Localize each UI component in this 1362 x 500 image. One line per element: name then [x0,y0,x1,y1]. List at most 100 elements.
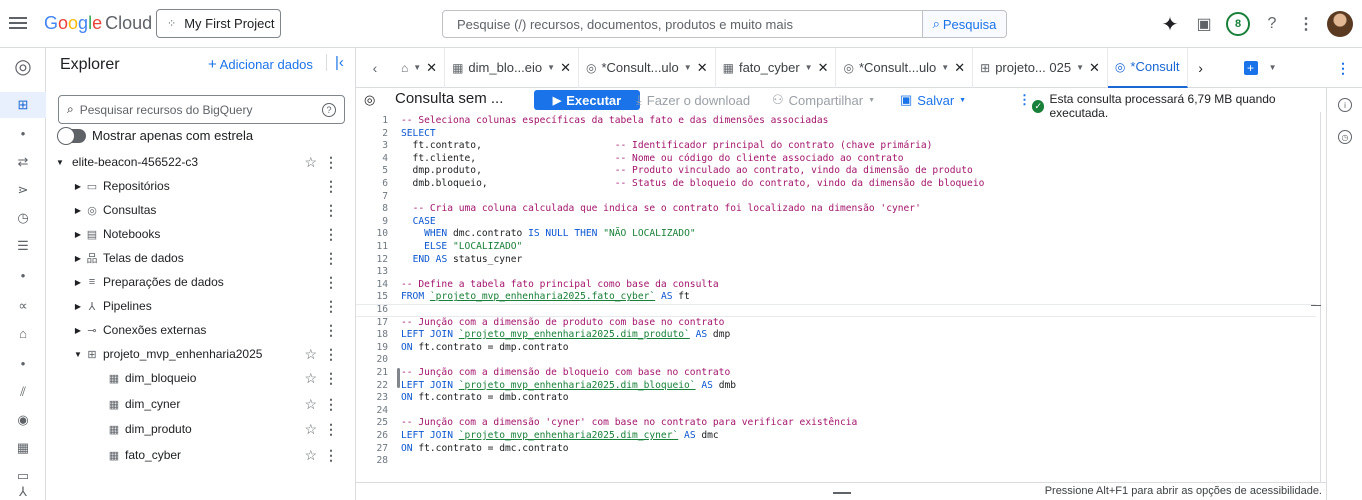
code-text[interactable]: -- Seleciona colunas específicas da tabe… [401,115,828,128]
bigquery-logo-icon[interactable]: ◎ [0,54,46,79]
code-text[interactable]: SELECT [401,128,436,141]
tab-query-active[interactable]: ◎ *Consult [1107,47,1188,88]
code-text[interactable]: WHEN dmc.contrato IS NULL THEN "NÃO LOCA… [401,228,696,241]
add-data-button[interactable]: + Adicionar dados [208,56,313,73]
tree-project-row[interactable]: ▼ elite-beacon-456522-c3 ☆ ⋮ [46,150,352,174]
help-icon[interactable]: ? [1256,8,1288,40]
more-vert-icon[interactable]: ⋮ [324,421,338,438]
tabs-scroll-right-icon[interactable]: › [1188,60,1214,76]
dashboard-icon[interactable]: ▦ [0,440,46,456]
star-icon[interactable]: ☆ [304,346,317,363]
star-icon[interactable]: ☆ [304,370,317,387]
code-text[interactable]: LEFT JOIN `projeto_mvp_enhenharia2025.di… [401,380,736,393]
transfers-icon[interactable]: ⇄ [0,154,46,170]
editor-scrollbar[interactable] [1320,112,1321,482]
code-text[interactable]: ft.contrato, -- Identificador principal … [401,140,933,153]
code-text[interactable]: -- Junção com a dimensão 'cyner' com bas… [401,417,857,430]
code-text[interactable]: -- Cria uma coluna calculada que indica … [401,203,921,216]
search-input[interactable]: Pesquise (/) recursos, documentos, produ… [443,11,922,37]
admin-icon[interactable]: ▭ [0,468,46,484]
more-vert-icon[interactable]: ⋮ [324,396,338,413]
close-icon[interactable]: ✕ [426,60,437,76]
tree-item-external-connections[interactable]: ▶ ⊸ Conexões externas ⋮ [46,318,352,342]
chevron-down-icon[interactable]: ▼ [1258,63,1288,72]
chevron-down-icon[interactable]: ▼ [684,63,692,72]
share-button[interactable]: ⚇ Compartilhar ▼ [772,92,875,108]
code-text[interactable]: dmp.produto, -- Produto vinculado ao con… [401,165,973,178]
chevron-down-icon[interactable]: ▼ [547,63,555,72]
caret-right-icon[interactable]: ▶ [72,206,84,215]
close-icon[interactable]: ✕ [560,60,571,76]
notifications-button[interactable]: 8 [1222,8,1254,40]
tree-item-canvases[interactable]: ▶ 品 Telas de dados ⋮ [46,246,352,270]
code-text[interactable]: ELSE "LOCALIZADO" [401,241,522,254]
more-vert-icon[interactable]: ⋮ [324,370,338,387]
results-resize-handle[interactable] [833,492,851,494]
code-text[interactable]: FROM `projeto_mvp_enhenharia2025.fato_cy… [401,291,690,304]
code-text[interactable]: ON ft.contrato = dmp.contrato [401,342,569,355]
more-vert-icon[interactable]: ⋮ [324,250,338,267]
history-icon[interactable]: ◷ [1338,130,1352,144]
gemini-icon[interactable]: ✦ [1154,8,1186,40]
explorer-search-input[interactable]: ⌕ Pesquisar recursos do BigQuery ? [58,95,345,124]
more-vert-icon[interactable]: ⋮ [324,447,338,464]
tab-dataset[interactable]: ⊞ projeto... 025 ▼ ✕ [973,47,1108,88]
code-text[interactable]: -- Junção com a dimensão de bloqueio com… [401,367,730,380]
close-icon[interactable]: ✕ [697,60,708,76]
code-text[interactable]: LEFT JOIN `projeto_mvp_enhenharia2025.di… [401,430,719,443]
google-cloud-logo[interactable]: Google Cloud [44,13,152,34]
info-icon[interactable]: i [1338,98,1352,112]
more-vert-icon[interactable]: ⋮ [324,346,338,363]
caret-right-icon[interactable]: ▶ [72,254,84,263]
help-icon[interactable]: ? [322,102,336,117]
sql-editor[interactable]: 1 -- Seleciona colunas específicas da tab… [356,112,1326,482]
caret-down-icon[interactable]: ▼ [72,350,84,359]
global-search[interactable]: Pesquise (/) recursos, documentos, produ… [442,10,1007,38]
close-icon[interactable]: ✕ [818,60,829,76]
caret-right-icon[interactable]: ▶ [72,326,84,335]
more-vert-icon[interactable]: ⋮ [324,226,338,243]
close-icon[interactable]: ✕ [954,60,965,76]
account-avatar[interactable] [1324,8,1356,40]
code-text[interactable]: ft.cliente, -- Nome ou código do cliente… [401,153,904,166]
save-button[interactable]: ▣ Salvar ▼ [900,92,966,108]
tab-fato-cyber[interactable]: ▦ fato_cyber ▼ ✕ [716,47,837,88]
code-text[interactable]: ON ft.contrato = dmc.contrato [401,443,569,456]
cloud-shell-icon[interactable]: ▣ [1188,8,1220,40]
tab-query-2[interactable]: ◎ *Consult...ulo ▼ ✕ [836,47,974,88]
more-vert-icon[interactable]: ⋮ [324,298,338,315]
code-text[interactable]: dmb.bloqueio, -- Status de bloqueio do c… [401,178,985,191]
tree-item-dataset[interactable]: ▼ ⊞ projeto_mvp_enhenharia2025 ☆ ⋮ [46,342,352,366]
code-text[interactable]: END AS status_cyner [401,254,523,267]
tree-item-repositories[interactable]: ▶ ▭ Repositórios ⋮ [46,174,352,198]
chevron-down-icon[interactable]: ▼ [413,63,421,72]
more-vert-icon[interactable]: ⋮ [324,178,338,195]
code-text[interactable]: LEFT JOIN `projeto_mvp_enhenharia2025.di… [401,329,730,342]
caret-down-icon[interactable]: ▼ [54,158,66,167]
tab-home[interactable]: ⌂ ▼ ✕ [394,47,446,88]
tree-item-data-preparations[interactable]: ▶ ≡ Preparações de dados ⋮ [46,270,352,294]
code-text[interactable]: -- Define a tabela fato principal como b… [401,279,719,292]
jobs-icon[interactable]: ☰ [0,238,46,254]
tabs-scroll-left-icon[interactable]: ‹ [356,60,394,76]
new-tab-button[interactable]: + [1243,60,1258,75]
star-icon[interactable]: ☆ [304,154,317,171]
caret-right-icon[interactable]: ▶ [72,302,84,311]
caret-right-icon[interactable]: ▶ [72,230,84,239]
star-icon[interactable]: ☆ [304,421,317,438]
explore-icon[interactable]: ◉ [0,412,46,428]
code-text[interactable]: ON ft.contrato = dmb.contrato [401,392,569,405]
more-vert-icon[interactable]: ⋮ [1336,60,1350,77]
more-vert-icon[interactable]: ⋮ [324,322,338,339]
chevron-down-icon[interactable]: ▼ [805,63,813,72]
tree-item-table[interactable]: ▦ dim_bloqueio ☆ ⋮ [46,366,352,390]
main-menu-icon[interactable] [9,14,27,32]
more-vert-icon[interactable]: ⋮ [1018,92,1031,108]
star-icon[interactable]: ☆ [304,396,317,413]
star-icon[interactable]: ☆ [304,447,317,464]
caret-right-icon[interactable]: ▶ [72,182,84,191]
monitoring-icon[interactable]: ⫽ [0,384,46,400]
project-picker-button[interactable]: ⁘ My First Project [156,9,281,38]
scheduled-queries-icon[interactable]: ◷ [0,210,46,226]
close-icon[interactable]: ✕ [1089,60,1100,76]
